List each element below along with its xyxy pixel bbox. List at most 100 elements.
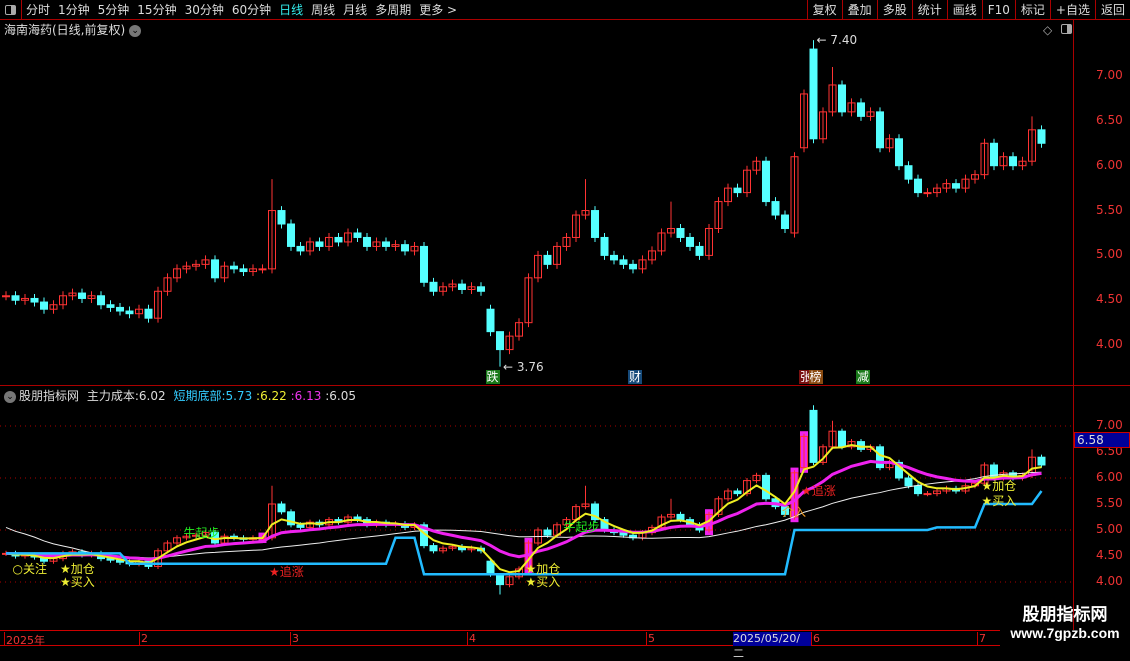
main-candle	[838, 84, 846, 113]
main-candle	[211, 259, 219, 279]
indicator-tick: 7.00	[1096, 418, 1123, 432]
signal-badge: 跌	[485, 370, 500, 384]
price-tick: 7.00	[1096, 68, 1123, 82]
indicator-tick: 6.00	[1096, 470, 1123, 484]
signal-annotation: 牛起步	[563, 520, 600, 535]
main-candle	[1037, 129, 1046, 144]
main-candle	[116, 306, 124, 312]
main-candle	[420, 245, 428, 283]
signal-annotation: 牛起步	[183, 525, 220, 540]
indicator-name[interactable]: 股朋指标网	[19, 389, 79, 403]
main-candle	[686, 236, 694, 247]
ind-candle	[676, 513, 685, 521]
main-candle	[30, 297, 39, 303]
price-tick: 6.50	[1096, 112, 1123, 127]
main-candle	[990, 142, 998, 167]
main-candle	[591, 210, 599, 238]
main-candle	[695, 245, 704, 256]
ind-candle	[486, 560, 495, 575]
main-candle	[97, 295, 105, 306]
main-candle	[2, 295, 10, 298]
main-candle	[315, 241, 324, 247]
main-candle	[771, 201, 780, 216]
signal-annotation: ★买入	[981, 494, 1017, 509]
ind-candle	[838, 430, 846, 448]
indicator-tick: 4.50	[1096, 548, 1123, 562]
price-tick: 4.00	[1096, 337, 1123, 352]
ind-candle	[429, 545, 438, 552]
main-candle	[952, 183, 960, 189]
main-candle	[401, 244, 409, 252]
signal-annotation: ★加仓	[525, 562, 561, 576]
main-candle	[600, 236, 609, 256]
main-candle	[363, 236, 371, 247]
main-candle	[619, 259, 628, 265]
main-candle	[230, 265, 238, 270]
main-candle	[895, 138, 903, 167]
main-candle	[40, 301, 48, 310]
indicator-tick: 5.00	[1096, 522, 1123, 536]
selected-date: 2025/05/20/二	[733, 632, 811, 660]
indicator-tick: 4.00	[1096, 574, 1123, 588]
toolbar-button[interactable]: 返回	[1094, 0, 1130, 20]
ind-candle	[543, 529, 552, 536]
ind-candle	[1037, 456, 1046, 466]
main-candle	[239, 268, 248, 273]
main-candle	[106, 304, 115, 308]
main-candle	[78, 292, 86, 299]
magenta-line	[5, 459, 1042, 562]
signal-badge: 减	[856, 370, 871, 384]
date-axis[interactable]: 2025年 2 3 4 5 2025/05/20/二 6 7	[0, 630, 1000, 660]
indicator-tick: 5.50	[1096, 496, 1123, 510]
main-candle	[353, 232, 362, 238]
ind-candle	[990, 464, 998, 479]
main-candle	[629, 263, 637, 270]
signal-annotation: ★追涨	[801, 484, 836, 498]
main-candle	[496, 331, 504, 351]
main-candle	[477, 286, 485, 292]
signal-annotation: ★买入	[525, 575, 561, 589]
ind-candle	[296, 524, 305, 528]
main-candle	[543, 254, 552, 265]
price-tick: 5.00	[1096, 247, 1123, 262]
main-candle	[287, 223, 295, 247]
main-candle	[781, 214, 789, 229]
main-candle	[914, 178, 922, 194]
main-candle	[296, 245, 305, 252]
high-price-label: ← 7.40	[816, 33, 858, 48]
chevron-down-icon[interactable]: ⌄	[4, 390, 16, 403]
ind-candle	[904, 477, 913, 487]
main-candle	[809, 48, 818, 140]
main-candle	[486, 308, 495, 333]
main-candle	[258, 268, 267, 271]
signal-annotation: ○关注	[12, 562, 47, 576]
main-candle	[876, 111, 884, 149]
main-candle	[144, 308, 153, 319]
ind-candle	[762, 474, 770, 500]
main-candle	[904, 165, 913, 180]
signal-badge: 榜	[808, 370, 823, 384]
main-candle	[857, 102, 865, 117]
main-candle	[733, 187, 742, 194]
watermark: 股朋指标网 www.7gpzb.com	[1010, 605, 1120, 641]
main-candle	[610, 254, 618, 261]
ind-candle	[277, 503, 286, 513]
ind-candle	[876, 446, 884, 469]
signal-annotation: ★加仓	[981, 478, 1017, 493]
ind-candle	[923, 493, 932, 496]
main-candle	[1009, 156, 1017, 167]
main-candle	[429, 281, 438, 292]
candlestick-chart[interactable]	[0, 0, 1073, 630]
signal-annotation: ★买入	[60, 575, 95, 589]
signal-badge: 财	[628, 370, 643, 384]
price-axis-divider	[1073, 20, 1074, 630]
ind-candle	[496, 573, 504, 586]
indicator-legend: ⌄ 股朋指标网 主力成本:6.02 短期底部:5.73 :6.22 :6.13 :…	[4, 387, 356, 404]
main-candle	[762, 160, 770, 203]
main-candle	[11, 295, 20, 301]
price-tick: 6.00	[1096, 157, 1123, 172]
main-cost-line	[5, 471, 1042, 559]
ind-candle	[914, 485, 922, 495]
main-candle	[676, 227, 685, 238]
main-candle	[277, 210, 286, 225]
